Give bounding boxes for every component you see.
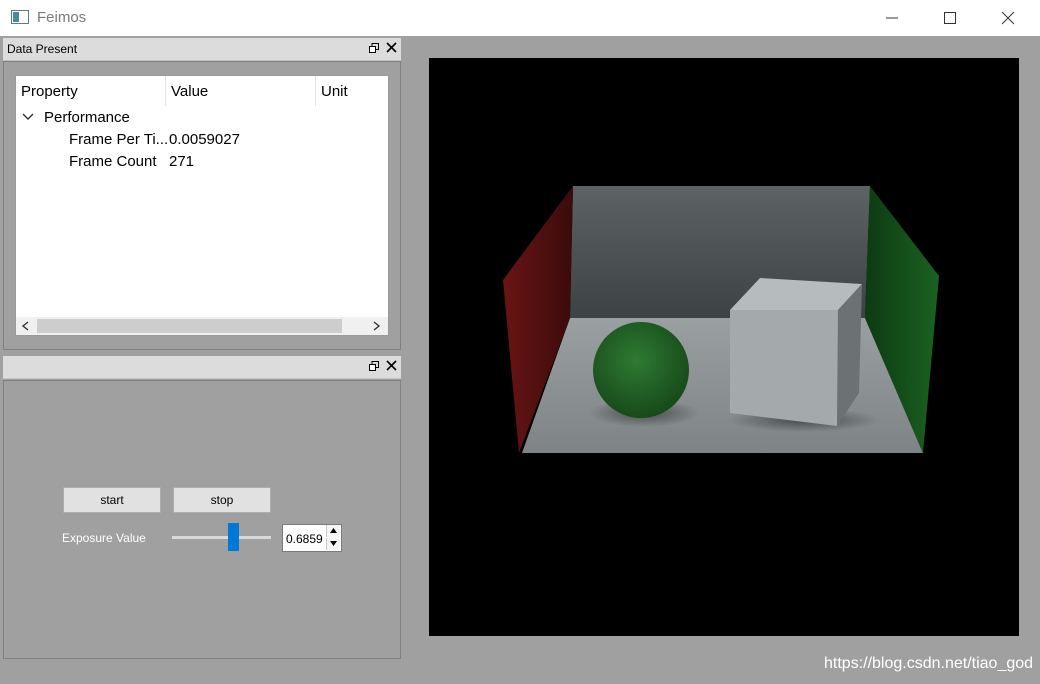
rendered-scene bbox=[503, 186, 939, 453]
spin-down-button[interactable] bbox=[326, 538, 340, 550]
tree-row-value: 271 bbox=[169, 153, 195, 170]
float-icon[interactable] bbox=[369, 361, 379, 371]
data-dock-header[interactable]: Data Present bbox=[3, 38, 401, 61]
stop-button[interactable]: stop bbox=[173, 487, 271, 513]
exposure-slider-handle[interactable] bbox=[228, 523, 240, 551]
control-dock-body bbox=[3, 380, 401, 659]
close-icon bbox=[1001, 11, 1015, 25]
control-dock-header[interactable] bbox=[3, 356, 401, 379]
title-bar: Feimos bbox=[0, 0, 1040, 36]
tree-row-value: 0.0059027 bbox=[169, 131, 240, 148]
tree-group-performance[interactable]: Performance bbox=[44, 109, 130, 126]
column-header-unit[interactable]: Unit bbox=[321, 76, 348, 106]
exposure-value[interactable]: 0.6859 bbox=[286, 532, 323, 546]
property-tree[interactable]: Property Value Unit Performance Frame Pe… bbox=[15, 75, 389, 336]
window-title: Feimos bbox=[37, 9, 87, 26]
minimize-button[interactable] bbox=[864, 0, 922, 36]
close-icon[interactable] bbox=[386, 42, 397, 53]
horizontal-scrollbar[interactable] bbox=[16, 317, 388, 335]
data-dock-title: Data Present bbox=[7, 42, 78, 56]
scene-floor bbox=[522, 318, 923, 453]
watermark-text: https://blog.csdn.net/tiao_god bbox=[824, 655, 1034, 672]
arrow-up-icon bbox=[330, 528, 337, 533]
float-icon[interactable] bbox=[369, 43, 379, 53]
spin-up-button[interactable] bbox=[326, 525, 340, 537]
exposure-slider[interactable] bbox=[172, 536, 271, 539]
scene-sphere bbox=[593, 322, 689, 418]
close-window-button[interactable] bbox=[980, 0, 1038, 36]
tree-row-property[interactable]: Frame Per Ti... bbox=[69, 131, 168, 148]
column-separator bbox=[165, 76, 166, 106]
tree-row-property[interactable]: Frame Count bbox=[69, 153, 157, 170]
scrollbar-thumb[interactable] bbox=[37, 319, 342, 333]
column-header-property[interactable]: Property bbox=[21, 76, 78, 106]
arrow-down-icon bbox=[330, 541, 337, 546]
maximize-icon bbox=[944, 12, 956, 24]
column-header-value[interactable]: Value bbox=[171, 76, 208, 106]
maximize-button[interactable] bbox=[922, 0, 980, 36]
render-viewport[interactable] bbox=[429, 58, 1019, 636]
cube-front bbox=[730, 310, 838, 426]
start-button[interactable]: start bbox=[63, 487, 161, 513]
app-icon bbox=[11, 10, 29, 24]
chevron-left-icon[interactable] bbox=[21, 321, 29, 331]
minimize-icon bbox=[886, 17, 898, 19]
column-separator bbox=[315, 76, 316, 106]
chevron-down-icon[interactable] bbox=[22, 113, 34, 121]
chevron-right-icon[interactable] bbox=[373, 321, 381, 331]
exposure-label: Exposure Value bbox=[62, 531, 146, 545]
close-icon[interactable] bbox=[386, 360, 397, 371]
exposure-spinbox[interactable]: 0.6859 bbox=[282, 524, 342, 552]
